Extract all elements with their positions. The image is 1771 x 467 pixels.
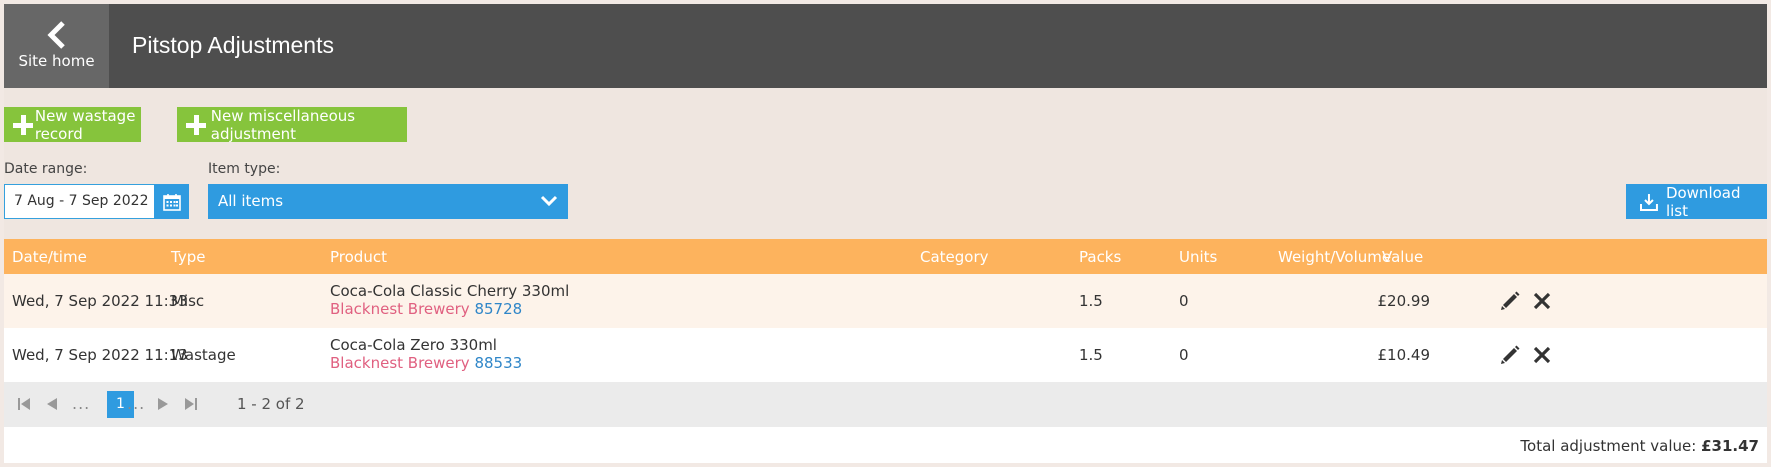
new-wastage-label: New wastage record bbox=[34, 106, 136, 143]
row-product: Coca-Cola Classic Cherry 330ml bbox=[330, 282, 570, 300]
calendar-icon bbox=[162, 193, 181, 211]
col-product[interactable]: Product bbox=[330, 248, 387, 266]
col-value[interactable]: Value bbox=[1382, 248, 1423, 266]
download-icon bbox=[1640, 193, 1658, 211]
item-type-value: All items bbox=[218, 192, 284, 210]
table-row[interactable]: Wed, 7 Sep 2022 11:13 Wastage Coca-Cola … bbox=[4, 328, 1767, 382]
row-product-code[interactable]: 88533 bbox=[474, 354, 522, 372]
chevron-down-icon bbox=[540, 195, 558, 207]
pager-ellipsis-left[interactable]: ... bbox=[72, 394, 90, 413]
row-product: Coca-Cola Zero 330ml bbox=[330, 336, 497, 354]
total-label: Total adjustment value: bbox=[1520, 437, 1697, 455]
col-datetime[interactable]: Date/time bbox=[12, 248, 87, 266]
col-packs[interactable]: Packs bbox=[1079, 248, 1121, 266]
calendar-button[interactable] bbox=[154, 184, 189, 219]
row-value: £10.49 bbox=[1377, 346, 1431, 364]
col-type[interactable]: Type bbox=[171, 248, 205, 266]
row-units: 0 bbox=[1179, 346, 1189, 364]
total-adjustment: Total adjustment value: £31.47 bbox=[1520, 437, 1759, 455]
pager-ellipsis-right[interactable]: ... bbox=[127, 394, 145, 413]
row-type: Wastage bbox=[171, 346, 236, 364]
row-datetime: Wed, 7 Sep 2022 11:33 bbox=[12, 292, 188, 310]
pagination: ... 1 ... 1 - 2 of 2 bbox=[4, 382, 1767, 427]
date-range-input[interactable]: 7 Aug - 7 Sep 2022 bbox=[4, 184, 154, 219]
new-misc-adjustment-button[interactable]: New miscellaneous adjustment bbox=[177, 106, 407, 143]
close-icon[interactable] bbox=[1531, 344, 1553, 366]
page: Site home Pitstop Adjustments New wastag… bbox=[4, 4, 1767, 463]
plus-icon bbox=[186, 114, 206, 135]
table-header: Date/time Type Product Category Packs Un… bbox=[4, 239, 1767, 274]
item-type-select[interactable]: All items bbox=[208, 184, 568, 219]
download-list-button[interactable]: Download list bbox=[1626, 183, 1767, 220]
pager-info: 1 - 2 of 2 bbox=[237, 395, 305, 413]
row-packs: 1.5 bbox=[1079, 346, 1103, 364]
chevron-left-icon bbox=[47, 21, 65, 49]
row-supplier: Blacknest Brewery bbox=[330, 300, 470, 318]
col-weight-volume[interactable]: Weight/Volume bbox=[1278, 248, 1391, 266]
col-category[interactable]: Category bbox=[920, 248, 989, 266]
row-type: Misc bbox=[171, 292, 205, 310]
next-page-icon[interactable] bbox=[156, 397, 170, 411]
row-datetime: Wed, 7 Sep 2022 11:13 bbox=[12, 346, 188, 364]
item-type-label: Item type: bbox=[208, 161, 281, 177]
table-footer: Total adjustment value: £31.47 bbox=[4, 427, 1767, 463]
first-page-icon[interactable] bbox=[17, 397, 31, 411]
last-page-icon[interactable] bbox=[184, 397, 198, 411]
row-product-meta: Blacknest Brewery 88533 bbox=[330, 354, 522, 372]
new-misc-label: New miscellaneous adjustment bbox=[210, 106, 356, 143]
plus-icon bbox=[13, 114, 33, 135]
col-units[interactable]: Units bbox=[1179, 248, 1217, 266]
row-packs: 1.5 bbox=[1079, 292, 1103, 310]
prev-page-icon[interactable] bbox=[45, 397, 59, 411]
row-value: £20.99 bbox=[1377, 292, 1431, 310]
site-home-button[interactable]: Site home bbox=[4, 4, 109, 88]
row-supplier: Blacknest Brewery bbox=[330, 354, 470, 372]
row-units: 0 bbox=[1179, 292, 1189, 310]
page-title: Pitstop Adjustments bbox=[132, 32, 334, 58]
close-icon[interactable] bbox=[1531, 290, 1553, 312]
pencil-icon[interactable] bbox=[1499, 344, 1521, 366]
new-wastage-record-button[interactable]: New wastage record bbox=[4, 106, 141, 143]
pencil-icon[interactable] bbox=[1499, 290, 1521, 312]
row-product-meta: Blacknest Brewery 85728 bbox=[330, 300, 522, 318]
total-value: £31.47 bbox=[1701, 437, 1759, 455]
date-range-label: Date range: bbox=[4, 161, 88, 177]
table-row[interactable]: Wed, 7 Sep 2022 11:33 Misc Coca-Cola Cla… bbox=[4, 274, 1767, 328]
row-product-code[interactable]: 85728 bbox=[474, 300, 522, 318]
download-list-label: Download list bbox=[1665, 183, 1741, 220]
top-bar: Site home Pitstop Adjustments bbox=[4, 4, 1767, 88]
site-home-label: Site home bbox=[18, 52, 95, 70]
